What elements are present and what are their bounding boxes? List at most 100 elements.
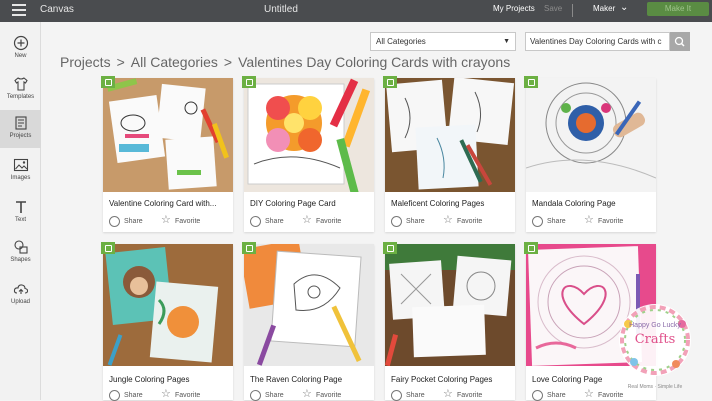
project-thumbnail[interactable] (103, 78, 233, 192)
project-thumbnail[interactable] (103, 244, 233, 366)
image-icon (13, 158, 28, 172)
share-button[interactable]: Share (265, 218, 284, 225)
sidebar-item-label: Upload (10, 299, 30, 305)
chevron-down-icon[interactable]: ⌄ (620, 2, 628, 13)
make-it-button[interactable]: Make It (647, 2, 709, 16)
star-icon[interactable]: ☆ (584, 215, 594, 226)
machine-select[interactable]: Maker (593, 4, 615, 13)
sidebar-item-shapes[interactable]: Shapes (0, 234, 41, 272)
sidebar-item-label: Shapes (10, 257, 31, 263)
star-icon[interactable]: ☆ (302, 389, 312, 400)
breadcrumb-current: Valentines Day Coloring Cards with crayo… (238, 54, 511, 70)
sidebar-item-label: Templates (6, 94, 35, 100)
mandala-page-image (526, 78, 656, 192)
share-button[interactable]: Share (547, 392, 566, 399)
favorite-button[interactable]: Favorite (316, 392, 341, 399)
watermark-caption: Real Moms · Simple Life (627, 384, 683, 390)
plus-circle-icon (13, 35, 28, 51)
project-badge-icon (383, 242, 397, 254)
project-badge-icon (101, 242, 115, 254)
sidebar-item-label: Text (14, 217, 26, 223)
raven-page-image (244, 244, 374, 366)
project-thumbnail[interactable] (244, 244, 374, 366)
project-badge-icon (383, 76, 397, 88)
breadcrumb: Projects > All Categories > Valentines Day C… (60, 54, 510, 70)
search-input[interactable]: Valentines Day Coloring Cards with c (525, 32, 670, 51)
sidebar-item-new[interactable]: New (0, 30, 41, 68)
star-icon[interactable]: ☆ (443, 215, 453, 226)
share-icon[interactable] (250, 390, 261, 401)
star-icon[interactable]: ☆ (443, 389, 453, 400)
sidebar-item-label: Images (10, 175, 31, 181)
project-badge-icon (242, 242, 256, 254)
favorite-button[interactable]: Favorite (457, 218, 482, 225)
share-button[interactable]: Share (124, 218, 143, 225)
breadcrumb-all-categories[interactable]: All Categories (131, 54, 218, 70)
hamburger-menu-icon[interactable] (12, 4, 26, 18)
upload-icon (13, 284, 28, 294)
project-card[interactable]: The Raven Coloring Page Share ☆ Favorite (242, 242, 374, 401)
sidebar-item-images[interactable]: Images (0, 152, 41, 190)
favorite-button[interactable]: Favorite (316, 218, 341, 225)
watermark-logo: Happy Go Lucky Crafts Real Moms · Simple… (614, 300, 696, 396)
share-icon[interactable] (109, 216, 120, 227)
favorite-button[interactable]: Favorite (175, 218, 200, 225)
share-button[interactable]: Share (547, 218, 566, 225)
sidebar-item-projects[interactable]: Projects (0, 110, 41, 148)
valentine-cards-image (103, 78, 233, 192)
card-title[interactable]: Mandala Coloring Page (532, 199, 654, 208)
sidebar-item-upload[interactable]: Upload (0, 276, 41, 314)
shapes-icon (13, 240, 28, 254)
search-button[interactable] (670, 32, 690, 51)
project-thumbnail[interactable] (526, 78, 656, 192)
document-title[interactable]: Untitled (264, 4, 298, 15)
card-title[interactable]: Maleficent Coloring Pages (391, 199, 513, 208)
fairy-pocket-pages-image (385, 244, 515, 366)
share-button[interactable]: Share (124, 392, 143, 399)
sidebar-item-text[interactable]: Text (0, 194, 41, 232)
card-title[interactable]: Jungle Coloring Pages (109, 375, 231, 384)
project-thumbnail[interactable] (385, 244, 515, 366)
project-thumbnail[interactable] (385, 78, 515, 192)
share-icon[interactable] (109, 390, 120, 401)
favorite-button[interactable]: Favorite (175, 392, 200, 399)
project-card[interactable]: Maleficent Coloring Pages Share ☆ Favori… (383, 76, 515, 232)
share-icon[interactable] (532, 390, 543, 401)
project-card[interactable]: Fairy Pocket Coloring Pages Share ☆ Favo… (383, 242, 515, 401)
chevron-right-icon: > (116, 54, 125, 70)
star-icon[interactable]: ☆ (302, 215, 312, 226)
star-icon[interactable]: ☆ (161, 215, 171, 226)
sidebar-item-templates[interactable]: Templates (0, 71, 41, 109)
project-card[interactable]: DIY Coloring Page Card Share ☆ Favorite (242, 76, 374, 232)
top-bar: Canvas Untitled My Projects Save Maker ⌄… (0, 0, 712, 22)
sidebar-item-label: New (14, 53, 27, 59)
star-icon[interactable]: ☆ (584, 389, 594, 400)
share-icon[interactable] (391, 216, 402, 227)
share-button[interactable]: Share (406, 392, 425, 399)
project-thumbnail[interactable] (244, 78, 374, 192)
share-button[interactable]: Share (265, 392, 284, 399)
card-title[interactable]: Valentine Coloring Card with... (109, 199, 231, 208)
card-title[interactable]: The Raven Coloring Page (250, 375, 372, 384)
favorite-button[interactable]: Favorite (457, 392, 482, 399)
app-name: Canvas (40, 4, 74, 15)
share-button[interactable]: Share (406, 218, 425, 225)
project-card[interactable]: Jungle Coloring Pages Share ☆ Favorite (101, 242, 233, 401)
project-card[interactable]: Valentine Coloring Card with... Share ☆ … (101, 76, 233, 232)
share-icon[interactable] (391, 390, 402, 401)
card-title[interactable]: DIY Coloring Page Card (250, 199, 372, 208)
project-badge-icon (524, 242, 538, 254)
breadcrumb-projects[interactable]: Projects (60, 54, 111, 70)
favorite-button[interactable]: Favorite (598, 218, 623, 225)
save-button[interactable]: Save (544, 4, 562, 13)
share-icon[interactable] (250, 216, 261, 227)
category-select[interactable]: All Categories ▼ (370, 32, 516, 51)
my-projects-link[interactable]: My Projects (493, 4, 535, 13)
project-badge-icon (242, 76, 256, 88)
search-icon (674, 36, 685, 47)
star-icon[interactable]: ☆ (161, 389, 171, 400)
floral-coloring-card-image (244, 78, 374, 192)
share-icon[interactable] (532, 216, 543, 227)
project-card[interactable]: Mandala Coloring Page Share ☆ Favorite (524, 76, 656, 232)
card-title[interactable]: Fairy Pocket Coloring Pages (391, 375, 513, 384)
